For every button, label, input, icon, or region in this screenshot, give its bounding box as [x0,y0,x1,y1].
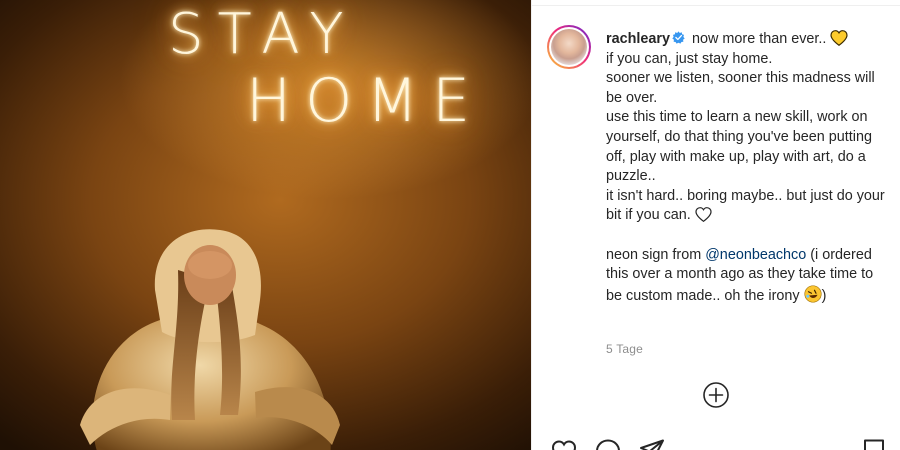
caption-intro: now more than ever.. [692,31,827,47]
credit-prefix: neon sign from [606,246,702,263]
profile-avatar[interactable] [547,25,591,69]
username-link[interactable]: rachleary [606,31,670,47]
share-icon[interactable] [639,438,665,450]
avatar-photo [551,29,587,65]
caption-line-1: if you can, just stay home. [606,50,773,67]
verified-badge-icon [672,31,685,44]
caption-line-3: use this time to learn a new skill, work… [606,109,872,185]
add-comment-icon[interactable] [702,381,730,409]
neon-sign-line-2: HOME [246,66,485,136]
post-timestamp[interactable]: 5 Tage [606,342,643,356]
yellow-heart-icon [830,30,848,46]
rolling-laughing-face-icon [804,285,822,303]
mention-link[interactable]: @neonbeachco [705,247,806,263]
bookmark-icon[interactable] [861,438,887,450]
heart-icon[interactable] [551,438,577,450]
action-bar [532,432,900,450]
caption-line-2: sooner we listen, sooner this madness wi… [606,70,875,106]
post-caption: rachleary now more than ever.. if you ca… [606,30,888,306]
seated-person-figure [80,229,340,450]
neon-sign-line-1: STAY [168,2,358,67]
caption-line-4: it isn't hard.. boring maybe.. but just … [606,187,885,224]
post-photo[interactable]: STAY HOME [0,0,531,450]
white-heart-icon [695,207,712,223]
divider [532,5,900,6]
credit-close: ) [821,287,827,304]
comment-icon[interactable] [595,438,621,450]
post-detail-panel: rachleary now more than ever.. if you ca… [531,0,900,450]
